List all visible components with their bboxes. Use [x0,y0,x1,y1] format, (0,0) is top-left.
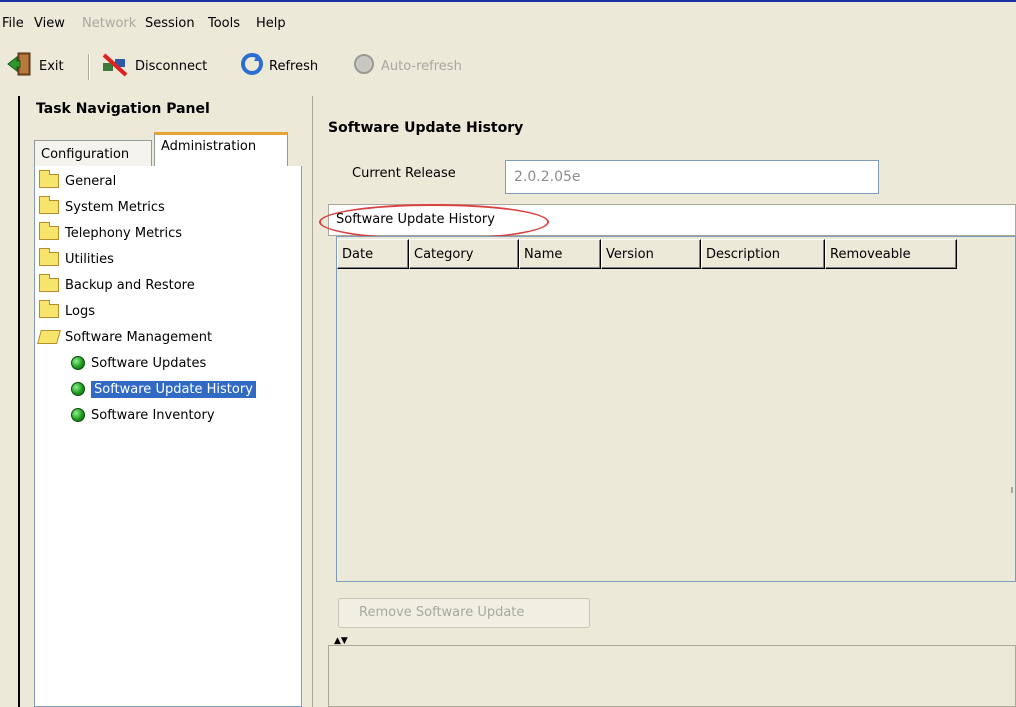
tree-item-label: Software Inventory [91,407,215,423]
menu-tools[interactable]: Tools [208,16,240,31]
disconnect-icon [100,51,130,81]
panel-title: Task Navigation Panel [36,101,210,117]
tree-item-label: Software Updates [91,355,207,371]
refresh-icon [240,52,264,80]
refresh-label: Refresh [269,58,319,74]
exit-button[interactable]: Exit [6,52,64,80]
column-header-date[interactable]: Date [337,239,409,269]
folder-icon [39,248,59,266]
folder-icon [39,170,59,188]
history-section-label: Software Update History [336,212,495,227]
auto-refresh-icon [352,52,376,80]
tree-item-backup-and-restore[interactable]: Backup and Restore [39,274,195,296]
history-table: Date Category Name Version Description R… [336,236,1016,582]
table-edge-mark [1011,487,1013,493]
column-header-category[interactable]: Category [409,239,519,269]
tree-item-logs[interactable]: Logs [39,300,95,322]
tab-administration-label: Administration [161,139,257,154]
page-title: Software Update History [328,120,524,136]
column-header-version[interactable]: Version [601,239,701,269]
content-panel: Software Update History Current Release … [312,96,1016,707]
toolbar: Exit Disconnect Refresh Auto-refresh [0,48,1016,88]
column-header-description[interactable]: Description [701,239,825,269]
tree-item-software-updates[interactable]: Software Updates [71,352,206,374]
tree-item-label: Logs [65,303,95,319]
window-top-border [0,0,1016,2]
tree-item-label: Telephony Metrics [65,225,183,241]
tree-item-label: System Metrics [65,199,165,215]
tree-item-telephony-metrics[interactable]: Telephony Metrics [39,222,182,244]
exit-door-icon [6,51,34,81]
auto-refresh-button[interactable]: Auto-refresh [352,52,462,80]
auto-refresh-label: Auto-refresh [381,58,462,74]
content-divider [312,96,313,707]
folder-icon [39,274,59,292]
menu-session[interactable]: Session [145,16,195,31]
tab-administration[interactable]: Administration [154,132,288,166]
refresh-button[interactable]: Refresh [240,52,318,80]
tree-item-label: General [65,173,117,189]
tab-configuration[interactable]: Configuration [34,140,152,166]
tree-item-label: Software Management [65,329,213,345]
folder-icon [39,222,59,240]
navigation-tree: General System Metrics Telephony Metrics… [34,166,302,707]
menu-help[interactable]: Help [256,16,286,31]
tree-item-label: Utilities [65,251,114,267]
tree-item-software-management[interactable]: Software Management [37,326,213,348]
bottom-detail-panel [328,645,1016,707]
column-header-name[interactable]: Name [519,239,601,269]
current-release-field[interactable]: 2.0.2.05e [505,160,879,194]
folder-icon [39,300,59,318]
green-dot-icon [71,356,85,370]
green-dot-icon [71,408,85,422]
menu-network[interactable]: Network [82,16,136,31]
disconnect-label: Disconnect [135,58,208,74]
tree-item-general[interactable]: General [39,170,116,192]
tree-item-label: Backup and Restore [65,277,195,293]
folder-open-icon [37,330,61,344]
column-header-removeable[interactable]: Removeable [825,239,957,269]
current-release-label: Current Release [352,166,456,181]
exit-label: Exit [39,58,64,74]
history-section-header: Software Update History [328,204,1016,236]
menu-view[interactable]: View [34,16,65,31]
tree-item-software-update-history[interactable]: Software Update History [71,378,256,400]
disconnect-button[interactable]: Disconnect [100,52,207,80]
tab-configuration-label: Configuration [41,147,130,162]
menu-file[interactable]: File [2,16,24,31]
tree-item-software-inventory[interactable]: Software Inventory [71,404,215,426]
green-dot-icon [71,382,85,396]
tree-item-label-selected: Software Update History [91,380,256,398]
remove-software-update-button[interactable]: Remove Software Update [338,598,590,628]
tree-item-system-metrics[interactable]: System Metrics [39,196,165,218]
folder-icon [39,196,59,214]
toolbar-separator [88,54,90,80]
panel-splitter[interactable] [18,96,20,707]
task-navigation-panel: Task Navigation Panel Configuration Admi… [18,96,314,707]
menu-bar: File View Network Session Tools Help [0,0,1016,40]
tree-item-utilities[interactable]: Utilities [39,248,114,270]
